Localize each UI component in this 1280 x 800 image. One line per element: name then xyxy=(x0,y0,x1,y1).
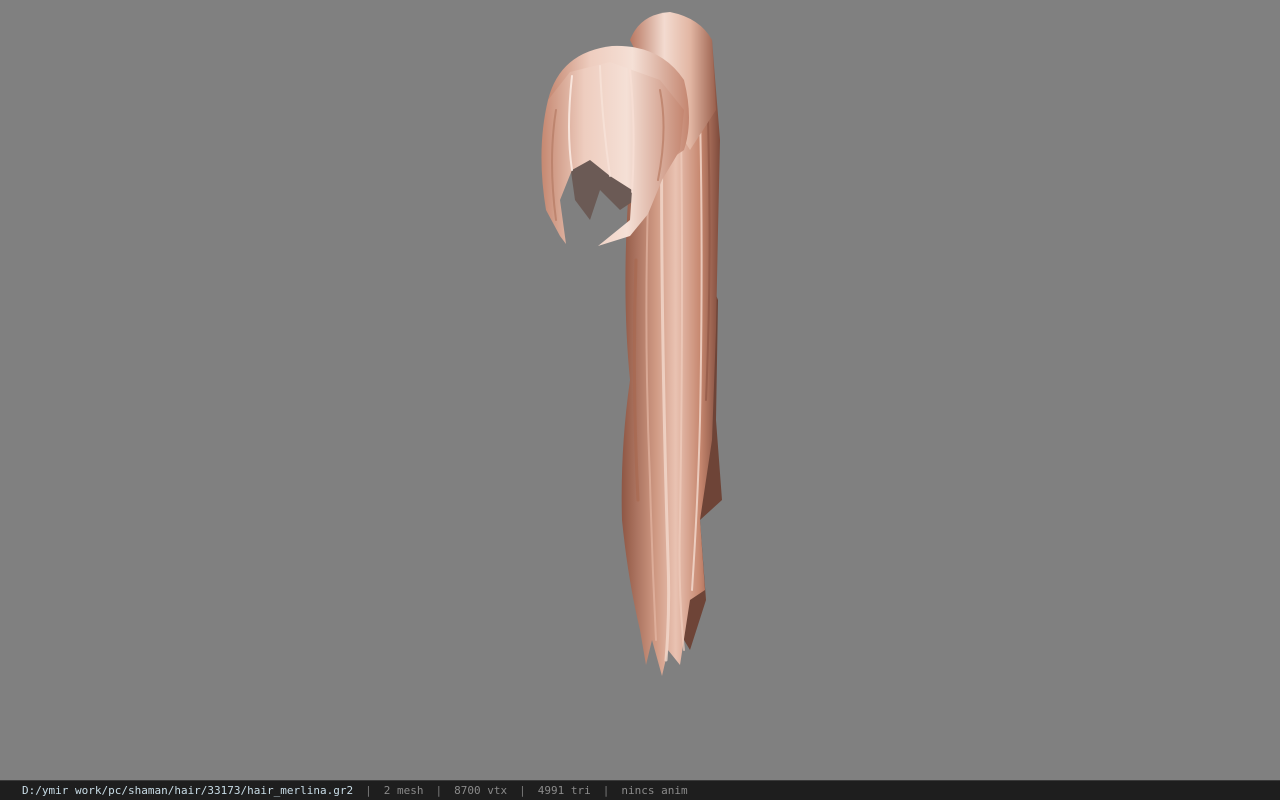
file-path-text: D:/ymir work/pc/shaman/hair/33173/hair_m… xyxy=(22,784,354,797)
animation-status-text: nincs anim xyxy=(621,784,688,797)
hair-model-render[interactable] xyxy=(0,0,1280,780)
mesh-count-text: 2 mesh xyxy=(383,784,424,797)
3d-viewport[interactable] xyxy=(0,0,1280,780)
status-bar: D:/ymir work/pc/shaman/hair/33173/hair_m… xyxy=(0,780,1280,800)
status-separator: | xyxy=(602,784,610,797)
status-separator: | xyxy=(435,784,443,797)
vertex-count-text: 8700 vtx xyxy=(454,784,508,797)
status-separator: | xyxy=(519,784,526,797)
triangle-count-text: 4991 tri xyxy=(537,784,591,797)
status-separator: | xyxy=(365,784,372,797)
